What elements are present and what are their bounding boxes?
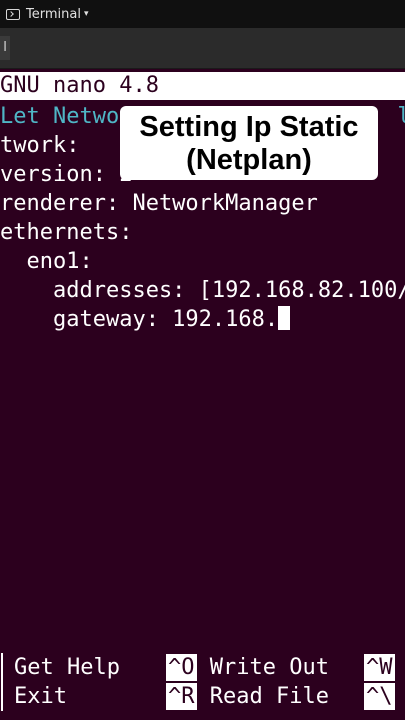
read-file-shortcut[interactable]: ^R Read File <box>166 682 329 711</box>
caption-line-2: (Netplan) <box>186 144 312 176</box>
app-menu-label[interactable]: Terminal <box>26 7 81 22</box>
where-is-key: ^W <box>364 654 395 681</box>
top-bar: Terminal ▾ <box>0 0 405 28</box>
read-file-label: Read File <box>209 684 329 709</box>
terminal-icon <box>6 8 20 20</box>
tab-fragment[interactable]: l <box>0 36 10 60</box>
shortcut-row-1: Get Help ^O Write Out ^W <box>0 653 405 682</box>
write-out-label: Write Out <box>209 655 329 680</box>
text-cursor <box>278 306 291 330</box>
editor-line[interactable]: renderer: NetworkManager <box>0 189 405 218</box>
editor-line-text[interactable]: gateway: 192.168. <box>0 307 278 332</box>
terminal-header-bar: l <box>0 28 405 69</box>
exit-shortcut[interactable]: Exit <box>14 682 67 711</box>
replace-key: ^\ <box>364 683 395 710</box>
video-caption-overlay: Setting Ip Static (Netplan) <box>120 106 378 180</box>
editor-line[interactable]: addresses: [192.168.82.100/ <box>0 276 405 305</box>
editor-line[interactable]: eno1: <box>0 247 405 276</box>
nano-version-label: GNU nano 4.8 <box>0 73 159 98</box>
read-file-key: ^R <box>166 683 197 710</box>
shortcut-row-2: Exit ^R Read File ^\ <box>0 682 405 711</box>
editor-line[interactable]: ethernets: <box>0 218 405 247</box>
get-help-shortcut[interactable]: Get Help <box>14 653 120 682</box>
write-out-key: ^O <box>166 654 197 681</box>
editor-line-current[interactable]: gateway: 192.168. <box>0 305 405 334</box>
nano-shortcut-footer: Get Help ^O Write Out ^W Exit ^R Read Fi… <box>0 653 405 711</box>
where-is-shortcut[interactable]: ^W <box>364 653 395 682</box>
replace-shortcut[interactable]: ^\ <box>364 682 395 711</box>
nano-title-bar: GNU nano 4.8 <box>0 72 405 100</box>
terminal-screen: Terminal ▾ l GNU nano 4.8 Let Netwo ll t… <box>0 0 405 720</box>
caption-line-1: Setting Ip Static <box>139 111 359 143</box>
chevron-down-icon[interactable]: ▾ <box>84 9 89 19</box>
write-out-shortcut[interactable]: ^O Write Out <box>166 653 329 682</box>
